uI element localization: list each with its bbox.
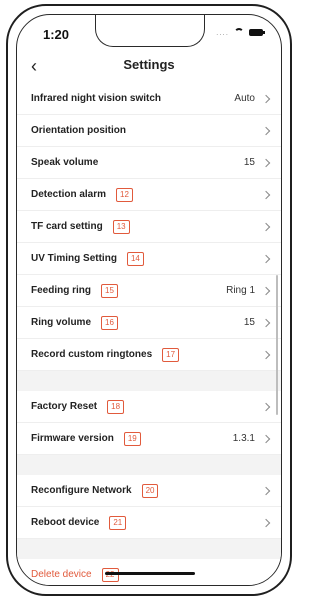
callout-number: 16	[101, 315, 118, 330]
row-label: Ring volume	[31, 317, 92, 328]
row-ring-volume[interactable]: Ring volume 16 15	[17, 307, 281, 339]
row-label: Reboot device	[31, 517, 100, 528]
row-label: Reconfigure Network	[31, 485, 132, 496]
row-label: Orientation position	[31, 125, 126, 136]
status-time: 1:20	[43, 27, 70, 42]
callout-number: 17	[162, 347, 180, 362]
settings-list: Infrared night vision switch Auto Orient…	[17, 83, 281, 585]
row-infrared-night-vision[interactable]: Infrared night vision switch Auto	[17, 83, 281, 115]
callout-number: 12	[116, 187, 133, 202]
phone-frame: 1:20 .... ‹ Settings Infrared night visi…	[6, 4, 292, 596]
row-label: TF card setting	[31, 221, 103, 232]
chevron-right-icon	[261, 222, 271, 231]
row-label: Firmware version	[31, 433, 114, 444]
chevron-right-icon	[261, 318, 271, 327]
callout-number: 13	[112, 219, 130, 234]
callout-number: 14	[126, 251, 144, 266]
row-value: Auto	[234, 93, 255, 104]
scrollbar[interactable]	[276, 275, 278, 415]
row-label: Speak volume	[31, 157, 99, 168]
delete-device-label: Delete device	[31, 569, 92, 580]
chevron-right-icon	[261, 402, 271, 411]
row-feeding-ring[interactable]: Feeding ring 15 Ring 1	[17, 275, 281, 307]
row-label: Infrared night vision switch	[31, 93, 162, 104]
row-speak-volume[interactable]: Speak volume 15	[17, 147, 281, 179]
chevron-right-icon	[261, 158, 271, 167]
row-value: 15	[243, 317, 255, 328]
chevron-right-icon	[261, 254, 271, 263]
signal-dots: ....	[216, 27, 229, 37]
callout-number: 20	[141, 483, 159, 498]
chevron-right-icon	[261, 94, 271, 103]
page-title: Settings	[123, 57, 175, 72]
row-value: Ring 1	[226, 285, 255, 296]
row-uv-timing-setting[interactable]: UV Timing Setting 14	[17, 243, 281, 275]
callout-number: 19	[123, 431, 141, 446]
chevron-right-icon	[261, 350, 271, 359]
row-firmware-version[interactable]: Firmware version 19 1.3.1	[17, 423, 281, 455]
chevron-right-icon	[261, 286, 271, 295]
battery-icon	[249, 28, 265, 36]
callout-number: 15	[101, 283, 118, 298]
section-divider	[17, 455, 281, 475]
row-detection-alarm[interactable]: Detection alarm 12	[17, 179, 281, 211]
row-label: Detection alarm	[31, 189, 107, 200]
row-tf-card-setting[interactable]: TF card setting 13	[17, 211, 281, 243]
row-orientation-position[interactable]: Orientation position	[17, 115, 281, 147]
chevron-right-icon	[261, 518, 271, 527]
row-value: 1.3.1	[232, 433, 255, 444]
wifi-icon	[233, 27, 245, 37]
notch	[95, 15, 205, 47]
home-indicator[interactable]	[105, 572, 195, 575]
chevron-right-icon	[261, 434, 271, 443]
callout-number: 21	[109, 515, 127, 530]
chevron-right-icon	[261, 126, 271, 135]
row-record-custom-ringtones[interactable]: Record custom ringtones 17	[17, 339, 281, 371]
chevron-right-icon	[261, 486, 271, 495]
row-factory-reset[interactable]: Factory Reset 18	[17, 391, 281, 423]
row-label: Factory Reset	[31, 401, 98, 412]
row-label: Feeding ring	[31, 285, 91, 296]
status-icons: ....	[216, 27, 265, 37]
screen: 1:20 .... ‹ Settings Infrared night visi…	[16, 14, 282, 586]
row-label: UV Timing Setting	[31, 253, 117, 264]
section-divider	[17, 371, 281, 391]
nav-bar: ‹ Settings	[17, 55, 281, 79]
chevron-right-icon	[261, 190, 271, 199]
row-reconfigure-network[interactable]: Reconfigure Network 20	[17, 475, 281, 507]
row-value: 15	[243, 157, 255, 168]
row-reboot-device[interactable]: Reboot device 21	[17, 507, 281, 539]
callout-number: 18	[107, 399, 125, 414]
row-label: Record custom ringtones	[31, 349, 153, 360]
section-divider	[17, 539, 281, 559]
